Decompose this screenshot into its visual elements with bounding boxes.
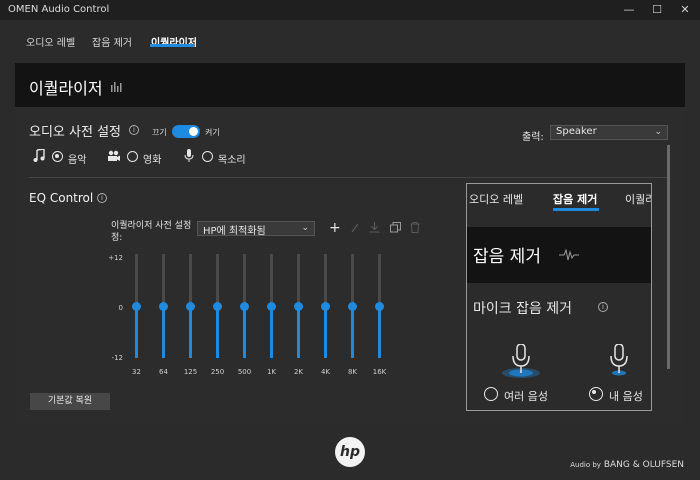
eq-slider-knob[interactable] <box>267 301 276 311</box>
eq-slider-knob[interactable] <box>240 301 249 311</box>
multi-voice-mic-icon <box>502 344 540 378</box>
radio-my-voice <box>589 387 603 401</box>
eq-band-frequency-label: 16K <box>372 368 387 376</box>
eq-slider-fill <box>378 306 381 358</box>
eq-slider-fill <box>351 306 354 358</box>
eq-slider-knob[interactable] <box>294 301 303 311</box>
waveform-icon <box>559 249 579 261</box>
info-icon[interactable]: i <box>129 125 139 135</box>
radio-multi-voice-label: 여러 음성 <box>504 390 548 403</box>
eq-slider-knob[interactable] <box>321 301 330 311</box>
eq-slider-knob[interactable] <box>348 301 357 311</box>
main-tabs: 오디오 레벨 잡음 제거 이퀄라이저 <box>0 20 700 52</box>
eq-slider-fill <box>189 306 192 358</box>
toggle-off-label: 끄기 <box>152 128 167 137</box>
eq-slider-fill <box>162 306 165 358</box>
output-label: 출력: <box>522 132 544 143</box>
db-mid-label: 0 <box>118 304 123 312</box>
maximize-button[interactable]: ☐ <box>644 2 670 18</box>
eq-band-frequency-label: 8K <box>347 368 358 376</box>
eq-slider-fill <box>216 306 219 358</box>
eq-slider-knob[interactable] <box>159 301 168 311</box>
output-value: Speaker <box>556 126 597 137</box>
preview-title: 잡음 제거 <box>473 247 541 267</box>
eq-band-frequency-label: 1K <box>266 368 277 376</box>
eq-control-title: EQ Control <box>29 191 94 205</box>
music-note-icon <box>33 149 45 162</box>
eq-band-frequency-label: 125 <box>183 368 198 376</box>
trash-icon[interactable] <box>410 222 420 233</box>
preview-active-tab-indicator <box>553 208 599 211</box>
minimize-button[interactable]: — <box>616 2 642 18</box>
eq-slider-knob[interactable] <box>132 301 141 311</box>
preview-tab-audio-level: 오디오 레벨 <box>469 193 524 206</box>
eq-slider-knob[interactable] <box>186 301 195 311</box>
eq-slider-fill <box>324 306 327 358</box>
radio-my-voice-label: 내 음성 <box>609 390 643 403</box>
toggle-on-label: 켜기 <box>205 128 220 137</box>
microphone-icon <box>184 149 194 162</box>
eq-slider-fill <box>297 306 300 358</box>
preview-header: 잡음 제거 <box>467 227 651 283</box>
add-icon[interactable]: + <box>329 221 341 235</box>
tab-audio-level[interactable]: 오디오 레벨 <box>26 34 75 49</box>
audio-preset-title: 오디오 사전 설정 <box>29 125 121 140</box>
download-icon[interactable] <box>369 222 380 233</box>
radio-voice-label: 목소리 <box>218 155 246 166</box>
title-bar: OMEN Audio Control — ☐ ✕ <box>0 0 700 20</box>
audio-preset-toggle[interactable] <box>172 125 200 138</box>
output-select[interactable]: Speaker ⌄ <box>550 125 668 140</box>
eq-slider-fill <box>243 306 246 358</box>
page-title: 이퀄라이저 <box>29 79 103 98</box>
eq-band-frequency-label: 4K <box>320 368 331 376</box>
audio-by-label: Audio by <box>570 461 601 469</box>
preview-subtitle: 마이크 잡음 제거 <box>473 301 573 317</box>
brand-label: BANG & OLUFSEN <box>603 460 684 470</box>
info-icon[interactable]: i <box>97 193 107 203</box>
eq-preset-value: HP에 최적화됨 <box>203 226 266 237</box>
eq-band-frequency-label: 500 <box>237 368 252 376</box>
radio-music-label: 음악 <box>68 155 87 166</box>
eq-preset-label-cont: 정: <box>111 233 123 243</box>
chevron-down-icon: ⌄ <box>301 223 309 233</box>
close-button[interactable]: ✕ <box>672 2 698 18</box>
chevron-down-icon: ⌄ <box>654 127 662 137</box>
eq-band-frequency-label: 32 <box>132 368 141 376</box>
preview-tab-noise-cancel: 잡음 제거 <box>553 193 598 206</box>
eq-band-frequency-label: 64 <box>159 368 168 376</box>
eq-preset-label: 이퀄라이저 사전 설정 <box>111 221 192 231</box>
radio-multi-voice <box>484 387 498 401</box>
radio-music[interactable] <box>52 151 63 162</box>
eq-preset-select[interactable]: HP에 최적화됨 ⌄ <box>197 221 315 237</box>
preview-tab-equalizer: 이퀄라 <box>625 193 651 206</box>
tab-noise-cancel[interactable]: 잡음 제거 <box>92 34 132 49</box>
scrollbar[interactable] <box>667 145 670 369</box>
panel-header: 이퀄라이저 <box>15 63 685 107</box>
radio-movie-label: 영화 <box>143 155 162 166</box>
info-icon: i <box>598 302 608 312</box>
eq-slider-fill <box>135 306 138 358</box>
eq-slider-knob[interactable] <box>213 301 222 311</box>
edit-icon[interactable] <box>350 223 360 233</box>
radio-movie[interactable] <box>127 151 138 162</box>
eq-band-frequency-label: 2K <box>293 368 304 376</box>
bang-olufsen-badge: Audio by BANG & OLUFSEN <box>570 460 684 470</box>
hp-logo: hp <box>335 437 365 467</box>
reset-defaults-button[interactable]: 기본값 복원 <box>30 393 110 410</box>
radio-voice[interactable] <box>202 151 213 162</box>
toggle-knob <box>189 127 198 136</box>
eq-band-frequency-label: 250 <box>210 368 225 376</box>
db-max-label: +12 <box>108 254 123 262</box>
noise-cancel-preview: 오디오 레벨 잡음 제거 이퀄라 잡음 제거 마이크 잡음 제거 i 여러 음성… <box>466 183 652 411</box>
copy-icon[interactable] <box>390 222 401 233</box>
eq-slider-fill <box>270 306 273 358</box>
eq-slider-knob[interactable] <box>375 301 384 311</box>
section-divider <box>29 177 669 178</box>
active-tab-indicator <box>150 44 194 47</box>
db-min-label: -12 <box>111 354 123 362</box>
window-title: OMEN Audio Control <box>8 4 110 15</box>
camera-icon <box>108 150 120 161</box>
my-voice-mic-icon <box>610 344 628 376</box>
equalizer-icon <box>111 82 122 92</box>
